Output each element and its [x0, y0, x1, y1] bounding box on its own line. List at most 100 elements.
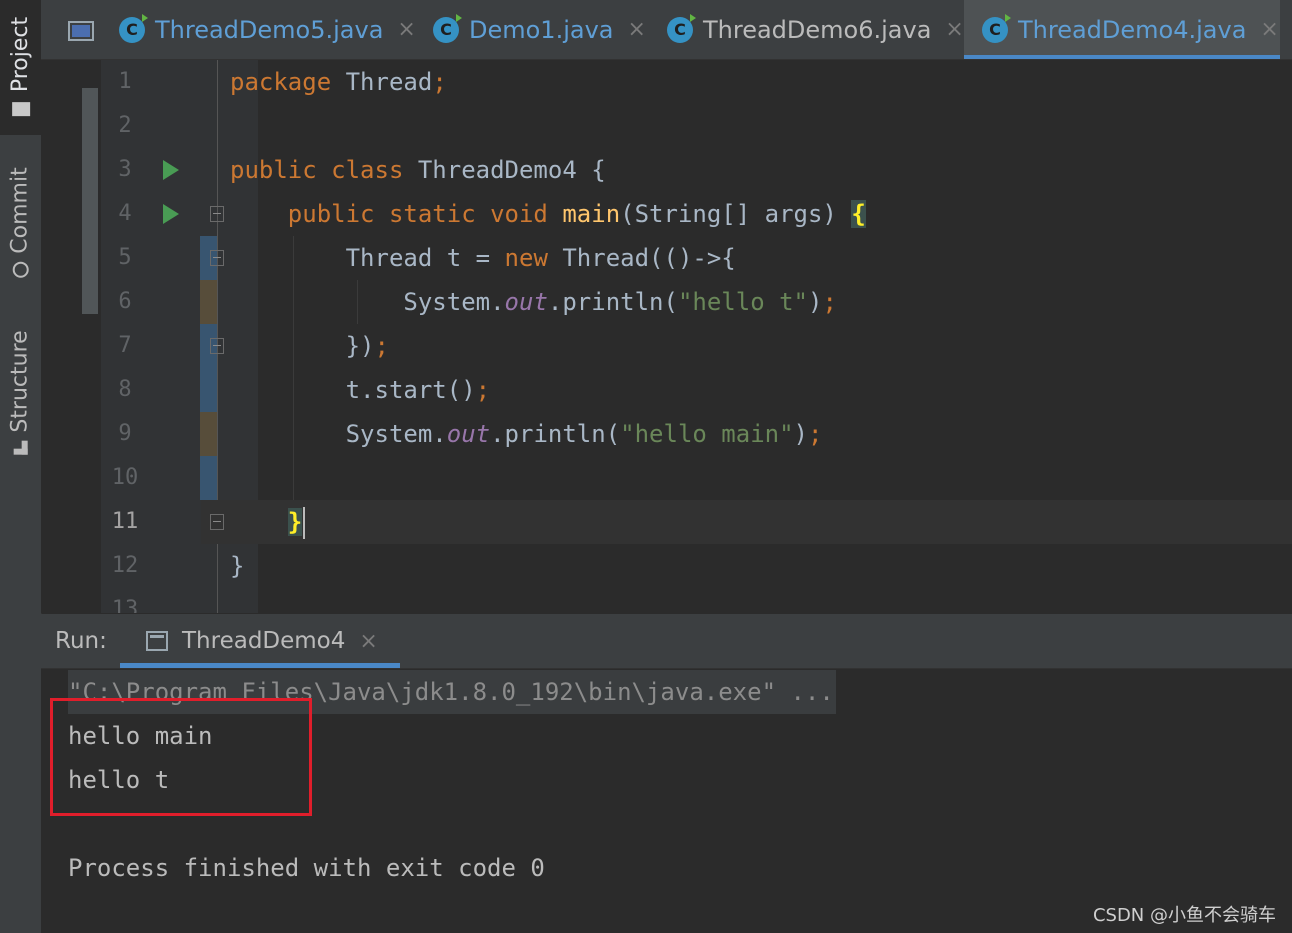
code-token: main [562, 200, 621, 228]
tab-demo1[interactable]: C Demo1.java × [433, 0, 646, 59]
run-label: Run: [55, 628, 107, 654]
code-token: out [504, 288, 548, 316]
tab-threaddemo5[interactable]: C ThreadDemo5.java × [119, 0, 416, 59]
commit-tab-label: Commit [8, 167, 34, 254]
code-token: }) [230, 332, 375, 360]
line-number: 11 [111, 509, 139, 534]
active-tab-indicator [964, 55, 1280, 59]
line-number: 12 [111, 553, 139, 578]
code-token: ; [475, 376, 491, 404]
tab-threaddemo4[interactable]: C ThreadDemo4.java × [964, 0, 1280, 59]
folder-icon [11, 102, 30, 117]
tool-window-strip: Project Commit Structure [0, 0, 42, 933]
editor-tab-bar: C ThreadDemo5.java × C Demo1.java × C Th… [41, 0, 1292, 60]
line-number: 8 [118, 377, 132, 402]
code-text: Thread t = new Thread(()->{ [230, 236, 736, 280]
code-token: "hello main" [620, 420, 794, 448]
code-token: public class [230, 156, 404, 184]
structure-tool-tab[interactable]: Structure [0, 320, 41, 465]
code-token: ThreadDemo4 { [403, 156, 606, 184]
fold-icon[interactable] [210, 514, 224, 530]
commit-tool-tab[interactable]: Commit [0, 150, 41, 295]
code-token: ; [374, 332, 389, 360]
run-header: Run: ThreadDemo4 × [41, 614, 1292, 669]
code-token: (String[] args) [620, 200, 852, 228]
console-icon [146, 631, 168, 651]
java-class-icon: C [433, 13, 462, 43]
fold-icon[interactable] [210, 338, 224, 354]
line-number: 1 [118, 69, 132, 94]
code-text: System.out.println("hello main"); [230, 412, 823, 456]
tab-threaddemo6[interactable]: C ThreadDemo6.java × [667, 0, 964, 59]
project-tool-tab[interactable]: Project [0, 0, 41, 135]
run-config-tab[interactable]: ThreadDemo4 × [120, 614, 400, 668]
line-number: 13 [111, 597, 139, 613]
line-number: 3 [118, 157, 132, 182]
active-tab-indicator [120, 663, 400, 668]
panel-toggle-icon[interactable] [68, 21, 94, 41]
commit-icon [12, 261, 29, 278]
code-token: ) [808, 288, 823, 316]
code-token: "hello t" [677, 288, 808, 316]
code-text: }); [230, 324, 389, 368]
code-token: .println( [490, 420, 621, 448]
line-number: 5 [118, 245, 132, 270]
code-text: t.start(); [230, 368, 491, 412]
close-icon[interactable]: × [1260, 17, 1278, 42]
code-token: ; [808, 420, 823, 448]
code-token: ; [822, 288, 837, 316]
close-icon[interactable]: × [628, 17, 646, 42]
code-token: } [230, 552, 245, 580]
run-tool-window: Run: ThreadDemo4 × "C:\Program Files\Jav… [41, 614, 1292, 933]
structure-icon [13, 440, 28, 455]
code-text: } [230, 500, 306, 544]
code-token: Thread t = [230, 244, 505, 272]
run-gutter-icon[interactable] [163, 204, 179, 224]
watermark: CSDN @小鱼不会骑车 [1092, 905, 1276, 926]
run-gutter-icon[interactable] [163, 160, 179, 180]
code-token: ; [432, 68, 447, 96]
run-tab-label: ThreadDemo4 [182, 628, 346, 654]
text-caret [303, 507, 306, 539]
close-icon[interactable]: × [359, 629, 377, 654]
code-token: } [287, 508, 303, 536]
tab-label: Demo1.java [469, 15, 614, 44]
code-token: Thread [331, 68, 433, 96]
code-token: out [446, 420, 491, 448]
code-token: .println( [547, 288, 678, 316]
code-line [201, 500, 1292, 544]
close-icon[interactable]: × [945, 17, 963, 42]
code-text: public static void main(String[] args) { [230, 192, 866, 236]
tab-label: ThreadDemo6.java [703, 15, 932, 44]
java-class-icon: C [982, 13, 1011, 43]
code-editor[interactable]: 1 package Thread; 2 3 public class ThreadDem… [41, 60, 1292, 613]
structure-tab-label: Structure [8, 330, 33, 433]
line-number: 6 [118, 289, 132, 314]
highlight-box [50, 698, 312, 816]
fold-icon[interactable] [210, 250, 224, 266]
code-text: System.out.println("hello t"); [230, 280, 837, 324]
java-class-icon: C [667, 13, 696, 43]
code-text: package Thread; [230, 60, 447, 104]
tab-label: ThreadDemo4.java [1018, 15, 1247, 44]
line-number: 7 [118, 333, 132, 358]
java-class-icon: C [119, 13, 148, 43]
project-tab-label: Project [8, 16, 33, 93]
code-token: System. [230, 420, 447, 448]
code-token: ) [793, 420, 808, 448]
code-token: t.start() [230, 376, 476, 404]
fold-icon[interactable] [210, 206, 224, 222]
close-icon[interactable]: × [397, 17, 415, 42]
code-token: public static void [287, 200, 548, 228]
code-token: { [851, 200, 866, 228]
